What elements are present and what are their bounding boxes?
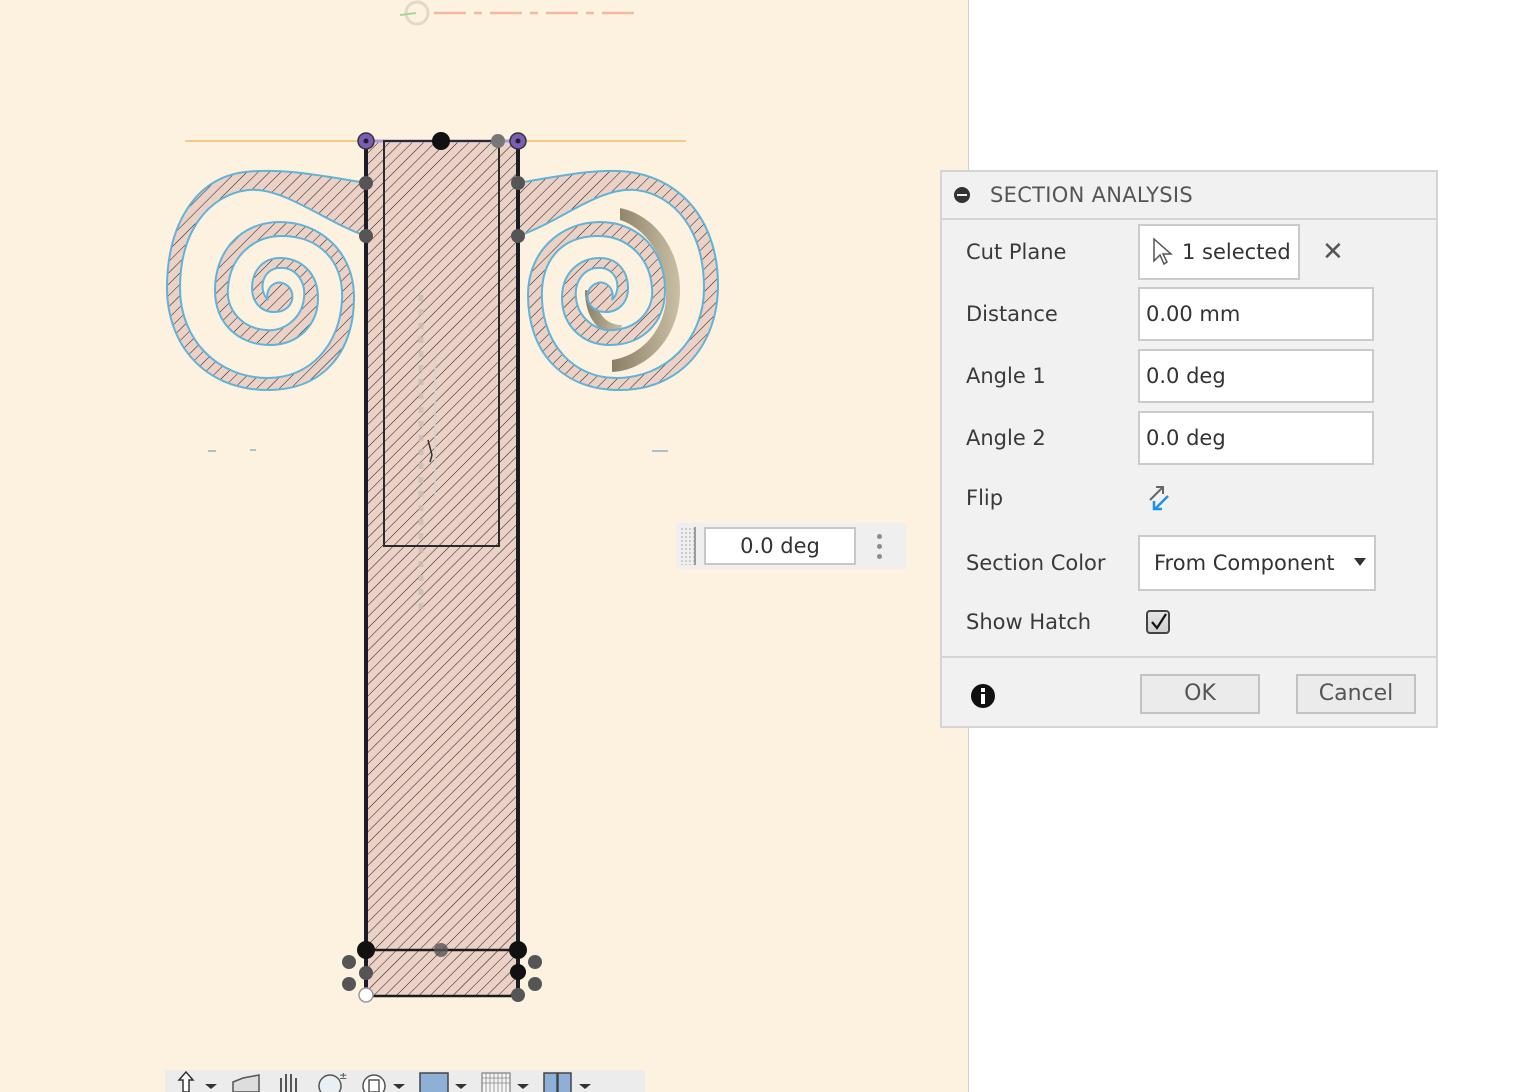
cut-plane-value: 1 selected <box>1182 240 1291 264</box>
section-analysis-dialog: SECTION ANALYSIS Cut Plane 1 selected ✕ … <box>940 170 1438 728</box>
orbit-tool[interactable] <box>173 1070 217 1092</box>
dialog-titlebar[interactable]: SECTION ANALYSIS <box>942 172 1436 220</box>
navigation-toolbar: ± <box>165 1070 645 1092</box>
look-at-tool[interactable] <box>231 1070 261 1092</box>
svg-text:±: ± <box>339 1071 347 1082</box>
flip-label: Flip <box>966 486 1004 510</box>
distance-label: Distance <box>966 302 1058 326</box>
display-settings-dropdown-caret[interactable] <box>455 1084 467 1089</box>
viewports-dropdown-caret[interactable] <box>579 1084 591 1089</box>
left-volute-section[interactable] <box>165 169 367 392</box>
zoom-tool[interactable]: ± <box>317 1070 347 1092</box>
zoom-icon: ± <box>318 1071 347 1092</box>
grid-icon <box>481 1072 511 1092</box>
section-color-value: From Component <box>1154 551 1335 575</box>
pan-hand-icon <box>280 1074 297 1092</box>
angle1-label: Angle 1 <box>966 364 1046 388</box>
display-settings-tool[interactable] <box>419 1070 467 1092</box>
angle-manipulator[interactable]: 0.0 deg <box>676 523 906 569</box>
clear-selection-icon[interactable]: ✕ <box>1322 239 1344 265</box>
info-icon[interactable] <box>970 683 996 709</box>
orbit-icon <box>177 1070 195 1092</box>
dialog-footer-divider <box>942 656 1436 658</box>
flip-icon[interactable] <box>1144 483 1174 513</box>
distance-row: Distance 0.00 mm <box>966 287 1374 341</box>
cut-plane-label: Cut Plane <box>966 240 1067 264</box>
angle2-input[interactable]: 0.0 deg <box>1138 411 1374 465</box>
pan-tool[interactable] <box>275 1070 303 1092</box>
more-options-icon[interactable] <box>874 533 884 559</box>
show-hatch-row: Show Hatch <box>966 610 1170 634</box>
show-hatch-label: Show Hatch <box>966 610 1092 634</box>
section-color-label: Section Color <box>966 551 1106 575</box>
section-color-row: Section Color From Component <box>966 535 1376 591</box>
cursor-arrow-icon <box>1153 237 1173 266</box>
canvas-viewport[interactable]: 0.0 deg ± <box>0 0 969 1092</box>
viewports-tool[interactable] <box>543 1070 591 1092</box>
cut-plane-row: Cut Plane 1 selected ✕ <box>966 224 1344 280</box>
angle-manipulator-input[interactable]: 0.0 deg <box>704 527 856 565</box>
ok-button[interactable]: OK <box>1140 674 1260 714</box>
collapse-icon[interactable] <box>954 187 970 203</box>
cut-plane-selector[interactable]: 1 selected <box>1138 224 1300 280</box>
dialog-title: SECTION ANALYSIS <box>990 183 1194 207</box>
column-shaft-section[interactable] <box>364 139 520 998</box>
look-at-icon <box>232 1074 260 1092</box>
distance-input[interactable]: 0.00 mm <box>1138 287 1374 341</box>
flip-row: Flip <box>966 483 1174 513</box>
section-color-dropdown[interactable]: From Component <box>1138 535 1376 591</box>
angle2-row: Angle 2 0.0 deg <box>966 411 1374 465</box>
fit-tool[interactable] <box>361 1070 405 1092</box>
angle2-label: Angle 2 <box>966 426 1046 450</box>
angle1-input[interactable]: 0.0 deg <box>1138 349 1374 403</box>
viewports-icon <box>543 1072 572 1092</box>
display-settings-icon <box>419 1072 449 1092</box>
chevron-down-icon <box>1354 558 1366 566</box>
checkmark-icon <box>1151 613 1167 630</box>
cancel-button[interactable]: Cancel <box>1296 674 1416 714</box>
fit-dropdown-caret[interactable] <box>393 1084 405 1089</box>
orbit-dropdown-caret[interactable] <box>205 1084 217 1089</box>
fit-icon <box>362 1074 386 1092</box>
sketch-axis-top <box>399 0 642 26</box>
drag-handle[interactable] <box>680 527 696 565</box>
grid-snaps-tool[interactable] <box>481 1070 529 1092</box>
right-volute-section[interactable] <box>517 169 720 392</box>
show-hatch-checkbox[interactable] <box>1146 610 1170 634</box>
grid-dropdown-caret[interactable] <box>517 1084 529 1089</box>
angle1-row: Angle 1 0.0 deg <box>966 349 1374 403</box>
